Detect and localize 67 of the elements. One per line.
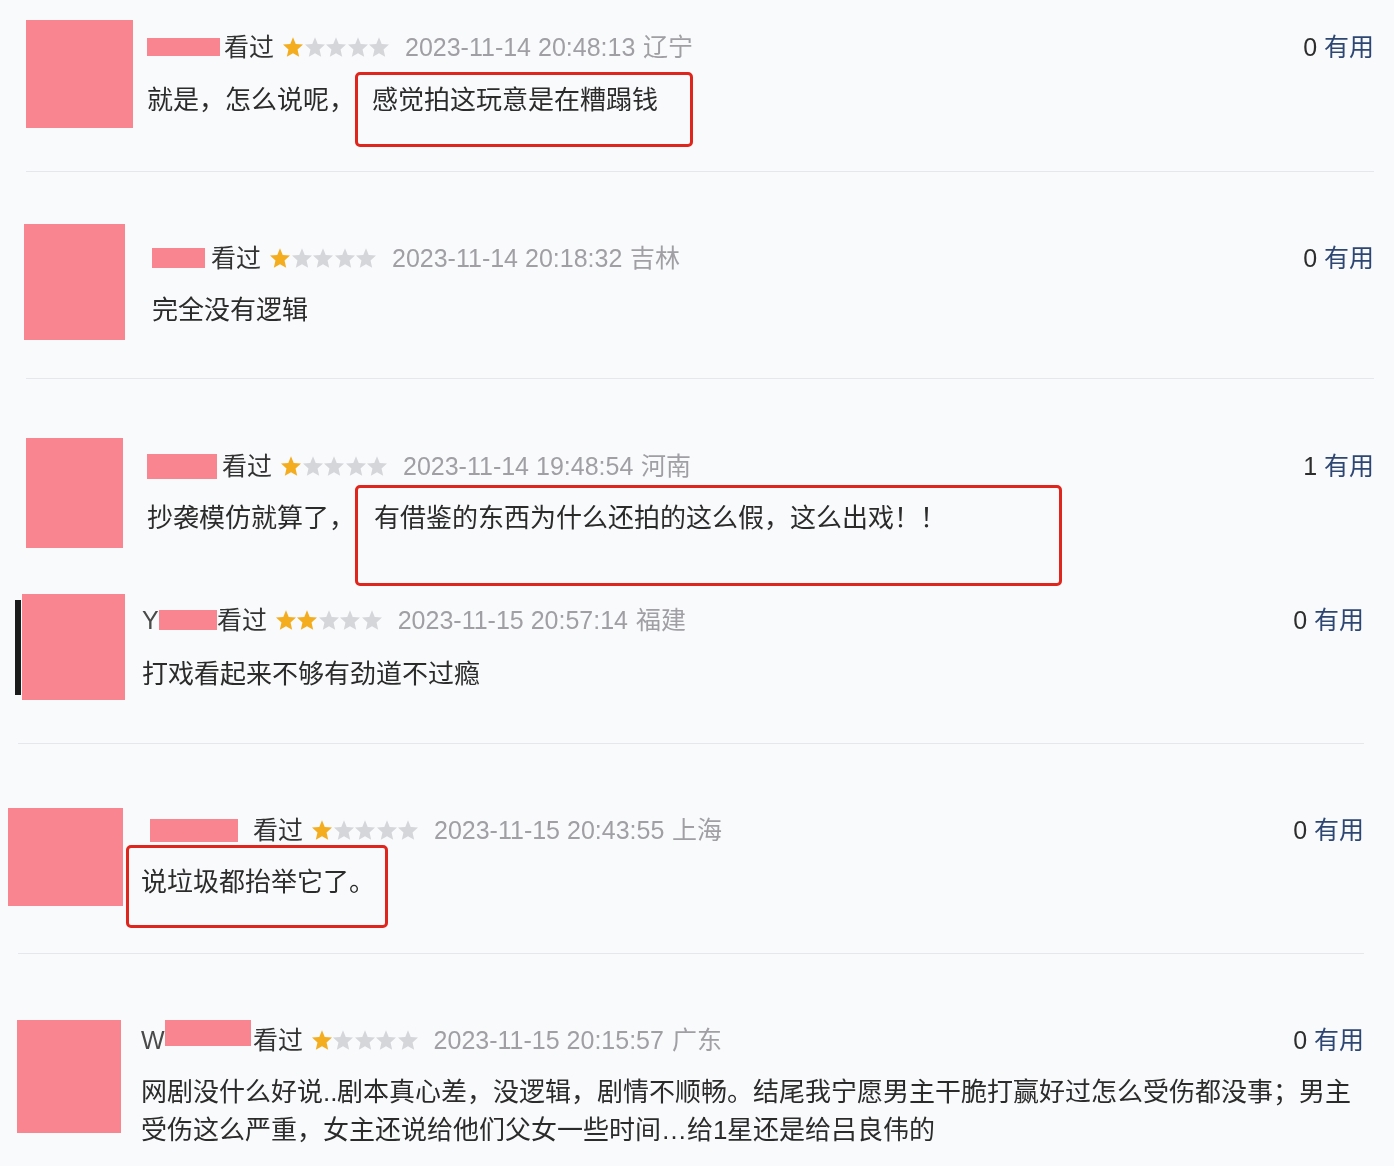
comment-date: 2023-11-14 20:48:13 xyxy=(405,34,636,60)
star-icon xyxy=(334,248,355,268)
star-icon xyxy=(355,820,375,840)
star-icon xyxy=(376,1030,397,1050)
useful-vote-button[interactable]: 0 有用 xyxy=(1303,34,1374,60)
comment-text: 打戏看起来不够有劲道不过瘾 xyxy=(142,658,480,691)
useful-vote-button[interactable]: 0 有用 xyxy=(1293,607,1364,633)
comment-location: 广东 xyxy=(671,1027,722,1053)
star-icon xyxy=(313,248,333,268)
star-icon xyxy=(326,37,346,57)
star-icon xyxy=(312,820,332,840)
star-icon xyxy=(311,1030,332,1050)
star-icon xyxy=(283,37,303,57)
watched-status: 看过 xyxy=(222,453,272,479)
comment-text: 网剧没什么好说..剧本真心差，没逻辑，剧情不顺畅。结尾我宁愿男主干脆打赢好过怎么受伤都没事；男主受伤这么严重，女主还说给他们父女一些时间…给1星还是给吕良伟的 xyxy=(141,1076,1353,1147)
star-icon xyxy=(376,820,397,840)
watched-status: 看过 xyxy=(216,607,267,633)
useful-vote-button[interactable]: 1 有用 xyxy=(1303,453,1374,479)
star-icon xyxy=(356,248,376,268)
redacted-username xyxy=(152,248,205,268)
username-fragment: W xyxy=(141,1027,165,1053)
star-icon xyxy=(345,456,366,476)
useful-vote-button[interactable]: 0 有用 xyxy=(1303,245,1374,271)
watched-status: 看过 xyxy=(224,34,274,60)
star-icon xyxy=(333,1030,354,1050)
star-icon xyxy=(367,456,387,476)
star-icon xyxy=(397,1030,418,1050)
comment-date: 2023-11-15 20:15:57 xyxy=(433,1027,664,1053)
comment-location: 辽宁 xyxy=(643,34,694,60)
useful-vote-button[interactable]: 0 有用 xyxy=(1293,1027,1364,1053)
comment-text: 完全没有逻辑 xyxy=(152,294,308,327)
comment-date: 2023-11-15 20:57:14 xyxy=(397,607,628,633)
star-icon xyxy=(347,37,368,57)
highlighted-comment: 说垃圾都抬举它了。 xyxy=(126,845,388,928)
star-icon xyxy=(302,456,323,476)
redacted-username xyxy=(158,610,217,630)
star-icon xyxy=(281,456,301,476)
comment-location: 上海 xyxy=(672,817,723,843)
comment-location: 吉林 xyxy=(630,245,681,271)
star-icon xyxy=(398,820,418,840)
highlighted-comment: 有借鉴的东西为什么还拍的这么假，这么出戏！！ xyxy=(355,485,1062,586)
watched-status: 看过 xyxy=(253,817,303,843)
comment-date: 2023-11-14 20:18:32 xyxy=(392,245,623,271)
comment-date: 2023-11-14 19:48:54 xyxy=(403,453,634,479)
star-icon xyxy=(361,610,382,630)
comment-location: 福建 xyxy=(636,607,686,633)
comment-text: 就是，怎么说呢， xyxy=(147,84,355,117)
star-icon xyxy=(340,610,361,630)
star-icon xyxy=(270,248,290,268)
star-icon xyxy=(304,37,325,57)
star-icon xyxy=(297,610,318,630)
star-icon xyxy=(324,456,344,476)
star-icon xyxy=(275,610,296,630)
star-icon xyxy=(369,37,389,57)
star-icon xyxy=(354,1030,375,1050)
useful-vote-button[interactable]: 0 有用 xyxy=(1293,817,1364,843)
watched-status: 看过 xyxy=(211,245,261,271)
username-fragment: Y xyxy=(142,607,159,633)
highlighted-comment: 感觉拍这玩意是在糟蹋钱 xyxy=(355,72,693,147)
comment-location: 河南 xyxy=(641,453,692,479)
star-icon xyxy=(291,248,312,268)
comment-date: 2023-11-15 20:43:55 xyxy=(434,817,665,843)
watched-status: 看过 xyxy=(252,1027,303,1053)
star-icon xyxy=(318,610,339,630)
redacted-username xyxy=(147,453,217,479)
comment-text: 抄袭模仿就算了， xyxy=(147,502,355,535)
star-icon xyxy=(333,820,354,840)
